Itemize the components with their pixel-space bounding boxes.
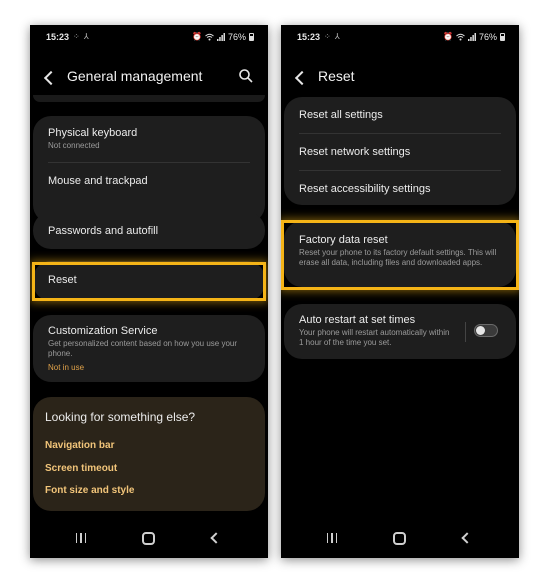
alarm-icon: ⏰ — [443, 32, 453, 41]
divider — [299, 170, 501, 171]
signal-icon — [467, 33, 476, 41]
system-navigation-bar — [30, 522, 268, 558]
status-bar: 15:23 ⁘ ⅄ ⏰ 76% — [281, 25, 519, 49]
nav-back-icon[interactable] — [210, 532, 222, 544]
recents-icon[interactable] — [76, 533, 86, 543]
auto-restart-toggle[interactable] — [474, 324, 498, 337]
passwords-autofill-card[interactable]: Passwords and autofill — [33, 212, 265, 249]
reset-all-settings-title: Reset all settings — [299, 109, 383, 121]
battery-percent: 76% — [227, 32, 246, 42]
reset-accessibility-settings-title: Reset accessibility settings — [299, 183, 431, 195]
reset-network-settings-title: Reset network settings — [299, 146, 411, 158]
status-time: 15:23 — [297, 32, 321, 42]
mouse-trackpad-title: Mouse and trackpad — [48, 175, 148, 187]
customization-title: Customization Service — [48, 325, 158, 337]
system-navigation-bar — [281, 522, 519, 558]
wifi-icon — [205, 33, 214, 41]
nav-back-icon[interactable] — [461, 532, 473, 544]
recents-icon[interactable] — [327, 533, 337, 543]
status-notification-icons: ⁘ ⅄ — [324, 32, 341, 41]
app-bar: Reset — [281, 65, 519, 95]
divider — [48, 162, 250, 163]
divider-vertical — [465, 322, 466, 342]
reset-highlight-frame — [32, 262, 266, 301]
page-title: Reset — [318, 68, 355, 84]
back-arrow-icon[interactable] — [43, 70, 59, 86]
font-size-style-link[interactable]: Font size and style — [45, 485, 134, 496]
phone-screen-reset: 15:23 ⁘ ⅄ ⏰ 76% Reset Reset all settings… — [281, 25, 519, 558]
divider — [299, 133, 501, 134]
alarm-icon: ⏰ — [192, 32, 202, 41]
reset-options-card: Reset all settings Reset network setting… — [284, 97, 516, 205]
search-icon[interactable] — [238, 68, 254, 84]
settings-card-input: Physical keyboard Not connected Mouse an… — [33, 116, 265, 223]
reset-network-settings-item[interactable]: Reset network settings — [299, 146, 501, 158]
home-icon[interactable] — [393, 532, 406, 545]
page-title: General management — [67, 68, 203, 84]
mouse-trackpad-item[interactable]: Mouse and trackpad — [48, 175, 250, 187]
back-arrow-icon[interactable] — [294, 70, 310, 86]
status-notification-icons: ⁘ ⅄ — [73, 32, 90, 41]
suggestions-heading: Looking for something else? — [45, 410, 196, 424]
phone-screen-general-management: 15:23 ⁘ ⅄ ⏰ 76% General management Physi… — [30, 25, 268, 558]
previous-card-edge — [33, 95, 265, 102]
screen-timeout-link[interactable]: Screen timeout — [45, 463, 117, 474]
battery-icon — [500, 33, 505, 41]
home-icon[interactable] — [142, 532, 155, 545]
auto-restart-item[interactable]: Auto restart at set times Your phone wil… — [284, 304, 516, 359]
status-bar: 15:23 ⁘ ⅄ ⏰ 76% — [30, 25, 268, 49]
factory-reset-highlight-frame — [281, 220, 519, 290]
reset-all-settings-item[interactable]: Reset all settings — [299, 109, 501, 121]
customization-status: Not in use — [48, 363, 85, 372]
physical-keyboard-title: Physical keyboard — [48, 127, 138, 139]
customization-description: Get personalized content based on how yo… — [48, 339, 238, 358]
suggestions-card: Looking for something else? Navigation b… — [33, 397, 265, 511]
passwords-autofill-title: Passwords and autofill — [48, 225, 159, 237]
reset-accessibility-settings-item[interactable]: Reset accessibility settings — [299, 183, 501, 195]
battery-icon — [249, 33, 254, 41]
physical-keyboard-status: Not connected — [48, 141, 100, 150]
auto-restart-description: Your phone will restart automatically wi… — [299, 328, 450, 347]
customization-service-item[interactable]: Customization Service Get personalized c… — [33, 315, 265, 382]
battery-percent: 76% — [478, 32, 497, 42]
physical-keyboard-item[interactable]: Physical keyboard Not connected — [48, 127, 250, 151]
navigation-bar-link[interactable]: Navigation bar — [45, 440, 114, 451]
app-bar: General management — [30, 65, 268, 95]
wifi-icon — [456, 33, 465, 41]
signal-icon — [216, 33, 225, 41]
status-time: 15:23 — [46, 32, 70, 42]
auto-restart-title: Auto restart at set times — [299, 314, 416, 326]
